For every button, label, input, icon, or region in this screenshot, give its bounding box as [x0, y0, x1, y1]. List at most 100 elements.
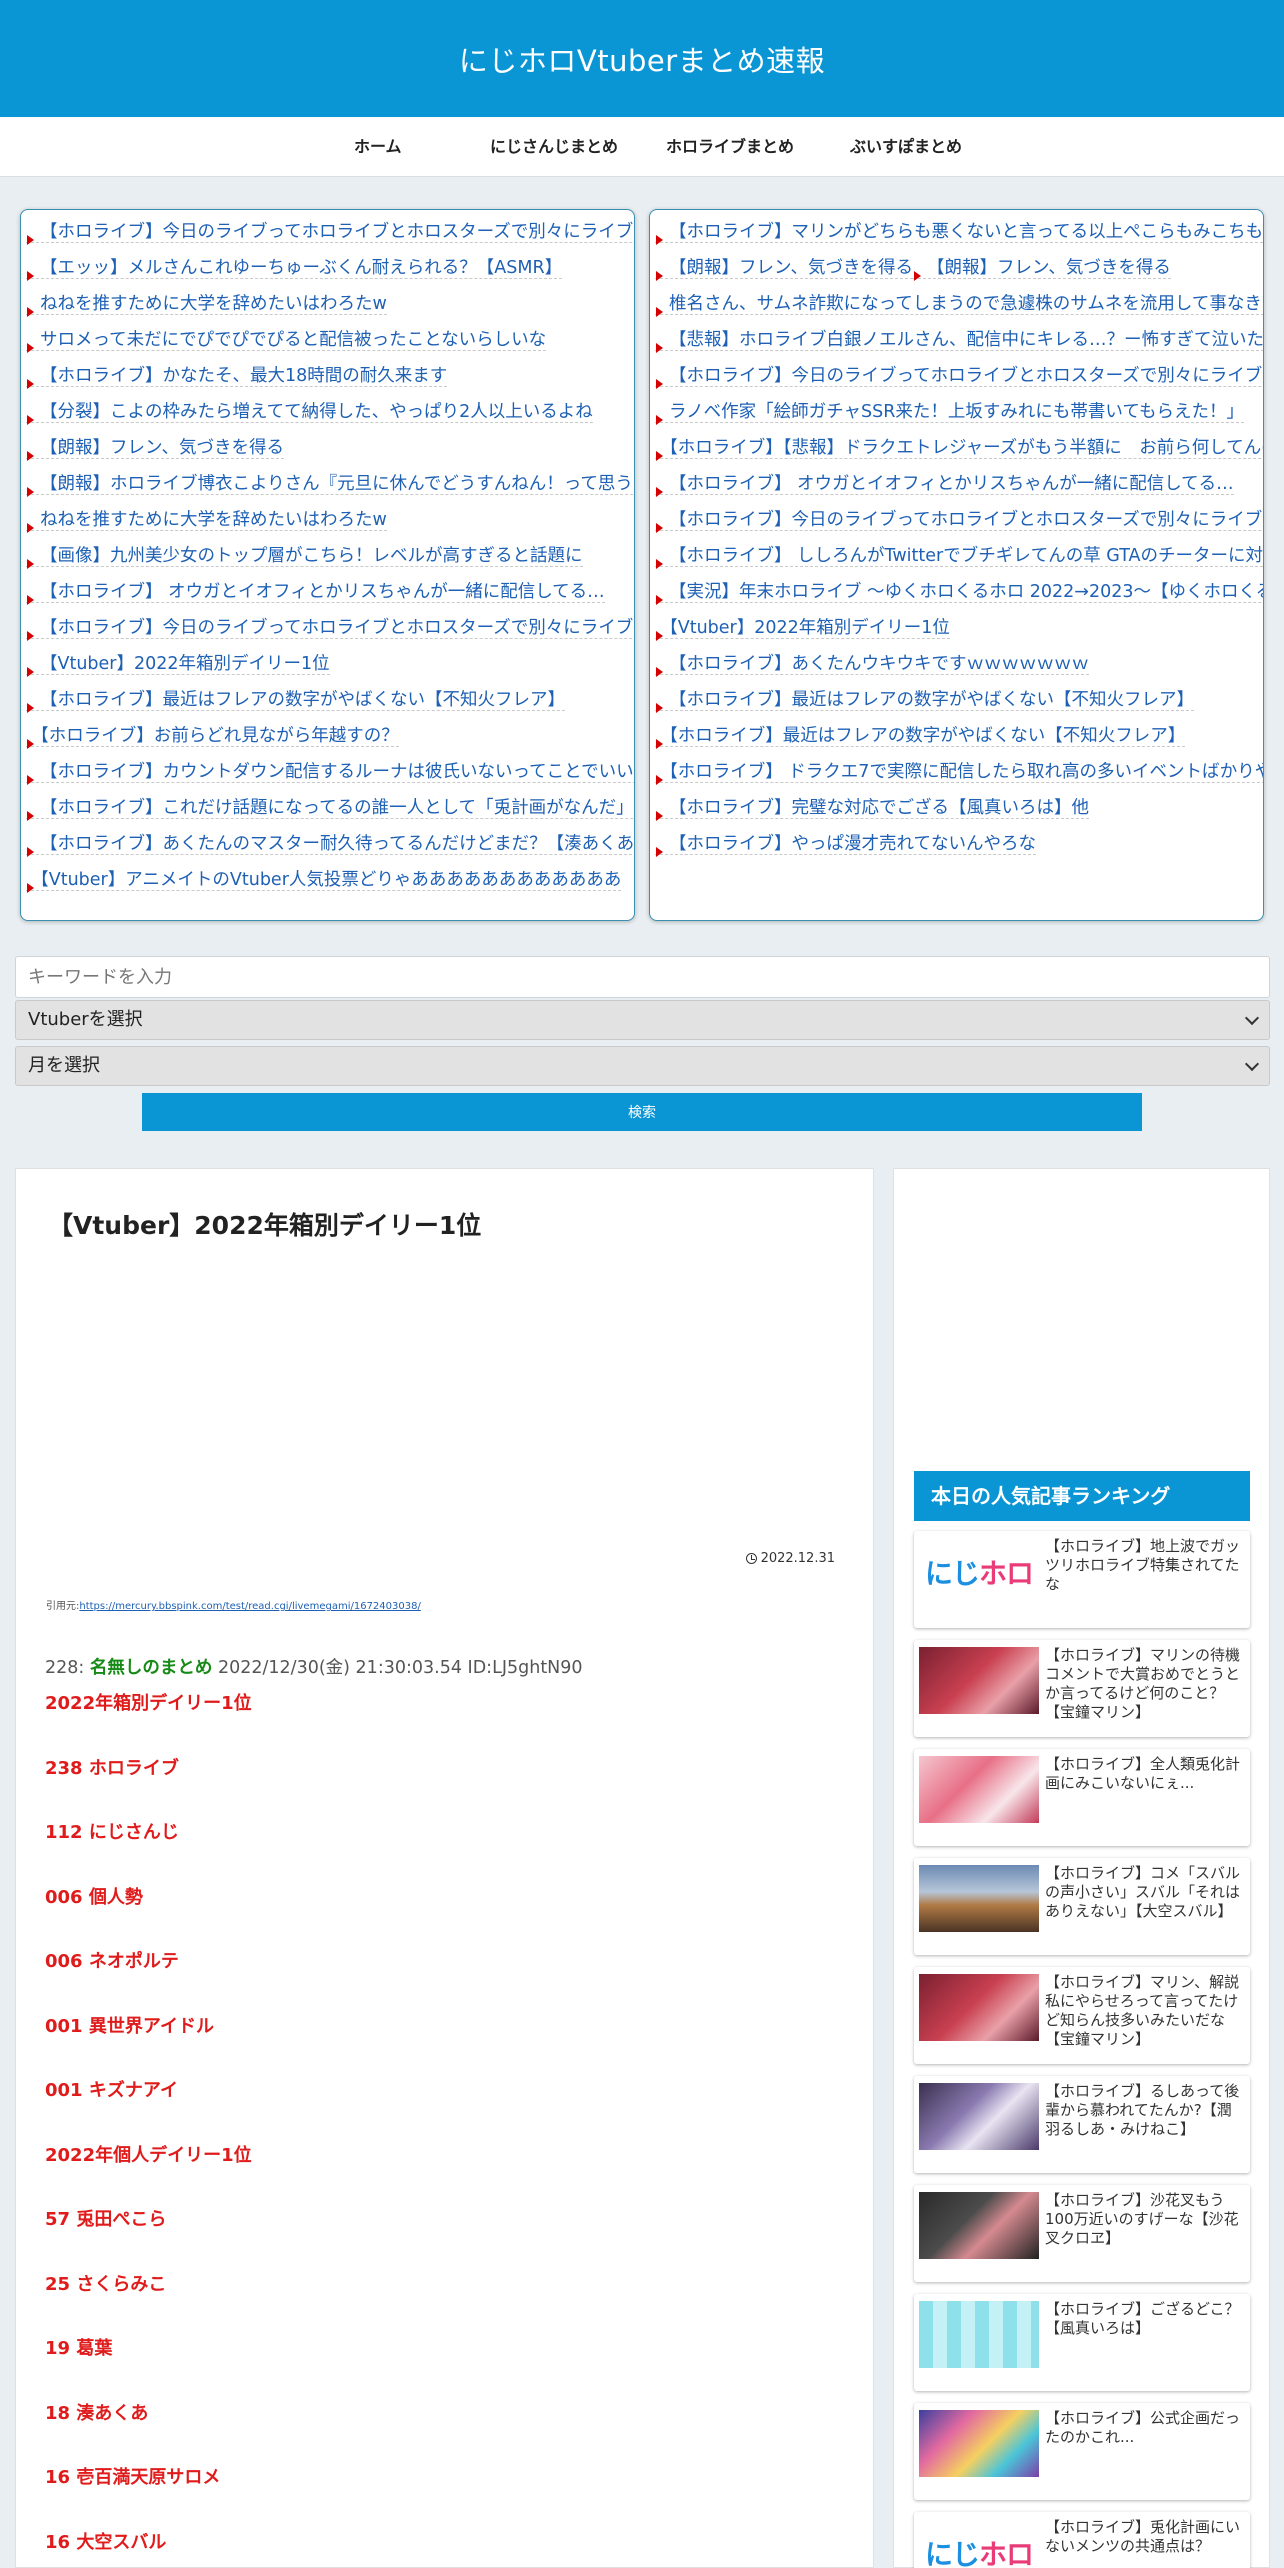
ranking-item-title[interactable]: 【ホロライブ】公式企画だったのかこれ...: [1045, 2409, 1245, 2447]
antenna-link[interactable]: 【ホロライブ】完璧な対応でござる【風真いろは】他: [655, 798, 1089, 819]
ranking-title: 本日の人気記事ランキング: [914, 1471, 1250, 1521]
ranking-item-title[interactable]: 【ホロライブ】沙花叉もう100万近いのすげーな【沙花叉クロヱ】: [1045, 2191, 1245, 2248]
ranking-thumbnail[interactable]: [919, 1974, 1039, 2041]
ranking-thumbnail[interactable]: [919, 1756, 1039, 1823]
ranking-thumbnail[interactable]: [919, 1865, 1039, 1932]
antenna-link[interactable]: 【ホロライブ】 オウガとイオフィとかリスちゃんが一緒に配信してる…: [655, 474, 1234, 495]
source-label: 引用元:: [46, 1601, 80, 1612]
site-title[interactable]: にじホロVtuberまとめ速報: [459, 38, 825, 80]
ranking-item[interactable]: 【ホロライブ】マリンの待機コメントで大賞おめでとうとか言ってるけど何のこと？【宝…: [914, 1640, 1250, 1737]
logo-text: にじ: [924, 2537, 980, 2568]
antenna-link[interactable]: サロメって未だにでぴでぴでぴると配信被ったことないらしいな: [26, 330, 547, 351]
chevron-down-icon: [1244, 1056, 1260, 1072]
res-header: 228: 名無しのまとめ 2022/12/30(金) 21:30:03.54 I…: [45, 1654, 583, 1679]
antenna-link[interactable]: 【朗報】フレン、気づきを得る: [655, 258, 913, 279]
ranking-item[interactable]: 【ホロライブ】るしあって後輩から慕われてたんか?【潤羽るしあ・みけねこ】: [914, 2076, 1250, 2173]
ranking-item-title[interactable]: 【ホロライブ】マリン、解説私にやらせろって言ってたけど知らん技多いみたいだな【宝…: [1045, 1973, 1245, 2049]
ranking-thumbnail[interactable]: にじ ホロ: [919, 2519, 1039, 2568]
article-title: 【Vtuber】2022年箱別デイリー1位: [48, 1211, 482, 1240]
antenna-link[interactable]: 【ホロライブ】マリンがどちらも悪くないと言ってる以上ぺこらもみこちも悪くない: [655, 222, 1263, 243]
nav-vspo[interactable]: ぶいすぽまとめ: [850, 117, 962, 177]
ranking-item[interactable]: 【ホロライブ】マリン、解説私にやらせろって言ってたけど知らん技多いみたいだな【宝…: [914, 1967, 1250, 2064]
antenna-link[interactable]: 【Vtuber】アニメイトのVtuber人気投票どりゃああああああああああああ: [26, 870, 622, 891]
keyword-search-input[interactable]: [15, 956, 1270, 998]
antenna-link[interactable]: 【ホロライブ】 ししろんがTwitterでブチギレてんの草 GTAのチーターに対…: [655, 546, 1263, 567]
ranking-item[interactable]: にじ ホロ 【ホロライブ】地上波でガッツリホロライブ特集されてたな: [914, 1531, 1250, 1628]
antenna-link[interactable]: 【ホロライブ】お前らどれ見ながら年越すの？: [26, 726, 399, 747]
nav-hololive[interactable]: ホロライブまとめ: [666, 117, 794, 177]
antenna-link[interactable]: 【Vtuber】2022年箱別デイリー1位: [655, 618, 950, 639]
antenna-link[interactable]: 【ホロライブ】最近はフレアの数字がやばくない【不知火フレア】: [655, 690, 1194, 711]
ranking-item-title[interactable]: 【ホロライブ】マリンの待機コメントで大賞おめでとうとか言ってるけど何のこと？【宝…: [1045, 1646, 1245, 1722]
antenna-link[interactable]: 【ホロライブ】かなたそ、最大18時間の耐久来ます: [26, 366, 448, 387]
antenna-link[interactable]: 【ホロライブ】最近はフレアの数字がやばくない【不知火フレア】: [26, 690, 565, 711]
source-line: 引用元:https://mercury.bbspink.com/test/rea…: [46, 1597, 421, 1612]
antenna-link[interactable]: 【ホロライブ】 ドラクエ7で実際に配信したら取れ高の多いイベントばかりやな: [655, 762, 1263, 783]
antenna-list-right: 【ホロライブ】マリンがどちらも悪くないと言ってる以上ぺこらもみこちも悪くない【朗…: [649, 209, 1264, 921]
ranking-thumbnail[interactable]: [919, 2083, 1039, 2150]
antenna-link[interactable]: 【ホロライブ】あくたんウキウキですｗｗｗｗｗｗｗ: [655, 654, 1089, 675]
antenna-link[interactable]: 【ホロライブ】最近はフレアの数字がやばくない【不知火フレア】: [655, 726, 1186, 747]
ranking-thumbnail[interactable]: [919, 2192, 1039, 2259]
antenna-link[interactable]: 【朗報】フレン、気づきを得る: [26, 438, 284, 459]
antenna-link[interactable]: 【画像】九州美少女のトップ層がこちら！レベルが高すぎると話題に: [26, 546, 583, 567]
chevron-down-icon: [1244, 1010, 1260, 1026]
ranking-item-title[interactable]: 【ホロライブ】ござるどこ？【風真いろは】: [1045, 2300, 1245, 2338]
antenna-link[interactable]: 椎名さん、サムネ詐欺になってしまうので急遽株のサムネを流用して事なきを得る: [655, 294, 1263, 315]
antenna-link[interactable]: ねねを推すために大学を辞めたいはわろたw: [26, 510, 387, 531]
antenna-link[interactable]: 【ホロライブ】やっぱ漫才売れてないんやろな: [655, 834, 1036, 855]
res-text-line: 238 ホロライブ: [45, 1757, 179, 1779]
antenna-link[interactable]: 【ホロライブ】カウントダウン配信するルーナは彼氏いないってことでいいのか？: [26, 762, 634, 783]
antenna-link[interactable]: 【悲報】ホロライブ白銀ノエルさん、配信中にキレる…？ー怖すぎて泣いた: [655, 330, 1263, 351]
res-text-line: 2022年箱別デイリー1位: [45, 1693, 252, 1714]
antenna-link[interactable]: 【朗報】フレン、気づきを得る: [912, 258, 1171, 279]
ranking-item[interactable]: 【ホロライブ】全人類兎化計画にみこいないにぇ...: [914, 1749, 1250, 1846]
antenna-link[interactable]: ラノベ作家「絵師ガチャSSR来た！上坂すみれにも帯書いてもらえた！」: [655, 402, 1244, 423]
antenna-link[interactable]: 【ホロライブ】今日のライブってホロライブとホロスターズで別々にライブってことか？: [655, 366, 1263, 387]
ranking-item-title[interactable]: 【ホロライブ】地上波でガッツリホロライブ特集されてたな: [1045, 1537, 1245, 1594]
antenna-link[interactable]: ねねを推すために大学を辞めたいはわろたw: [26, 294, 387, 315]
ranking-item-title[interactable]: 【ホロライブ】るしあって後輩から慕われてたんか?【潤羽るしあ・みけねこ】: [1045, 2082, 1245, 2139]
antenna-link[interactable]: 【ホロライブ】今日のライブってホロライブとホロスターズで別々にライブってことか？: [26, 618, 634, 639]
vtuber-select[interactable]: Vtuberを選択: [15, 1000, 1270, 1040]
res-number: 228:: [45, 1658, 85, 1678]
ranking-item-title[interactable]: 【ホロライブ】兎化計画にいないメンツの共通点は？: [1045, 2518, 1245, 2556]
antenna-link[interactable]: 【ホロライブ】今日のライブってホロライブとホロスターズで別々にライブってことか？: [655, 510, 1263, 531]
global-nav: ホーム にじさんじまとめ ホロライブまとめ ぶいすぽまとめ: [0, 117, 1284, 177]
ranking-item[interactable]: 【ホロライブ】ござるどこ？【風真いろは】: [914, 2294, 1250, 2391]
ranking-item[interactable]: 【ホロライブ】公式企画だったのかこれ...: [914, 2403, 1250, 2500]
post-date: 2022.12.31: [745, 1551, 835, 1566]
res-text-line: 006 ネオポルテ: [45, 1951, 179, 1972]
res-text-line: 001 キズナアイ: [45, 2080, 178, 2101]
logo-text: ホロ: [979, 1556, 1034, 1590]
sidebar: 本日の人気記事ランキング にじ ホロ 【ホロライブ】地上波でガッツリホロライブ特集さ…: [893, 1168, 1270, 2568]
antenna-link[interactable]: 【分裂】こよの枠みたら増えてて納得した、やっぱり2人以上いるよね: [26, 402, 593, 423]
ranking-item-title[interactable]: 【ホロライブ】コメ「スバルの声小さい」スバル「それはありえない」【大空スバル】: [1045, 1864, 1245, 1921]
antenna-link[interactable]: 【実況】年末ホロライブ ～ゆくホロくるホロ 2022→2023～【ゆくホロくるホ…: [655, 582, 1263, 603]
res-text-line: 112 にじさんじ: [45, 1822, 179, 1843]
antenna-link[interactable]: 【ホロライブ】 オウガとイオフィとかリスちゃんが一緒に配信してる…: [26, 582, 605, 603]
res-text-line: 57 兎田ぺこら: [45, 2209, 167, 2230]
res-text-line: 19 葛葉: [45, 2338, 113, 2359]
antenna-link[interactable]: 【エッッ】メルさんこれゆーちゅーぶくん耐えられる？【ASMR】: [26, 258, 563, 279]
antenna-link[interactable]: 【ホロライブ】今日のライブってホロライブとホロスターズで別々にライブってことか？: [26, 222, 634, 243]
antenna-link[interactable]: 【ホロライブ】あくたんのマスター耐久待ってるんだけどまだ？【湊あくあ】: [26, 834, 634, 855]
antenna-link[interactable]: 【ホロライブ】これだけ話題になってるの誰一人として「兎計画がなんだ」って言わない…: [26, 798, 634, 819]
ranking-thumbnail[interactable]: [919, 2301, 1039, 2368]
clock-icon: [745, 1553, 757, 1564]
month-select[interactable]: 月を選択: [15, 1046, 1270, 1086]
ranking-item[interactable]: 【ホロライブ】沙花叉もう100万近いのすげーな【沙花叉クロヱ】: [914, 2185, 1250, 2282]
search-button[interactable]: 検索: [142, 1093, 1142, 1131]
ranking-thumbnail[interactable]: [919, 2410, 1039, 2477]
ranking-thumbnail[interactable]: [919, 1647, 1039, 1714]
source-link[interactable]: https://mercury.bbspink.com/test/read.cg…: [79, 1601, 420, 1612]
antenna-link[interactable]: 【ホロライブ】【悲報】ドラクエトレジャーズがもう半額に お前ら何してんの？: [655, 438, 1263, 459]
nav-nijisanji[interactable]: にじさんじまとめ: [490, 117, 618, 177]
ranking-item-title[interactable]: 【ホロライブ】全人類兎化計画にみこいないにぇ...: [1045, 1755, 1245, 1793]
antenna-link[interactable]: 【Vtuber】2022年箱別デイリー1位: [26, 654, 330, 675]
ranking-thumbnail[interactable]: にじ ホロ: [919, 1538, 1039, 1605]
nav-home[interactable]: ホーム: [354, 117, 402, 177]
ranking-item[interactable]: 【ホロライブ】コメ「スバルの声小さい」スバル「それはありえない」【大空スバル】: [914, 1858, 1250, 1955]
antenna-link[interactable]: 【朗報】ホロライブ博衣こよりさん『元旦に休んでどうすんねん！って思うけど…』: [26, 474, 634, 495]
ranking-item[interactable]: にじ ホロ 【ホロライブ】兎化計画にいないメンツの共通点は？: [914, 2512, 1250, 2568]
